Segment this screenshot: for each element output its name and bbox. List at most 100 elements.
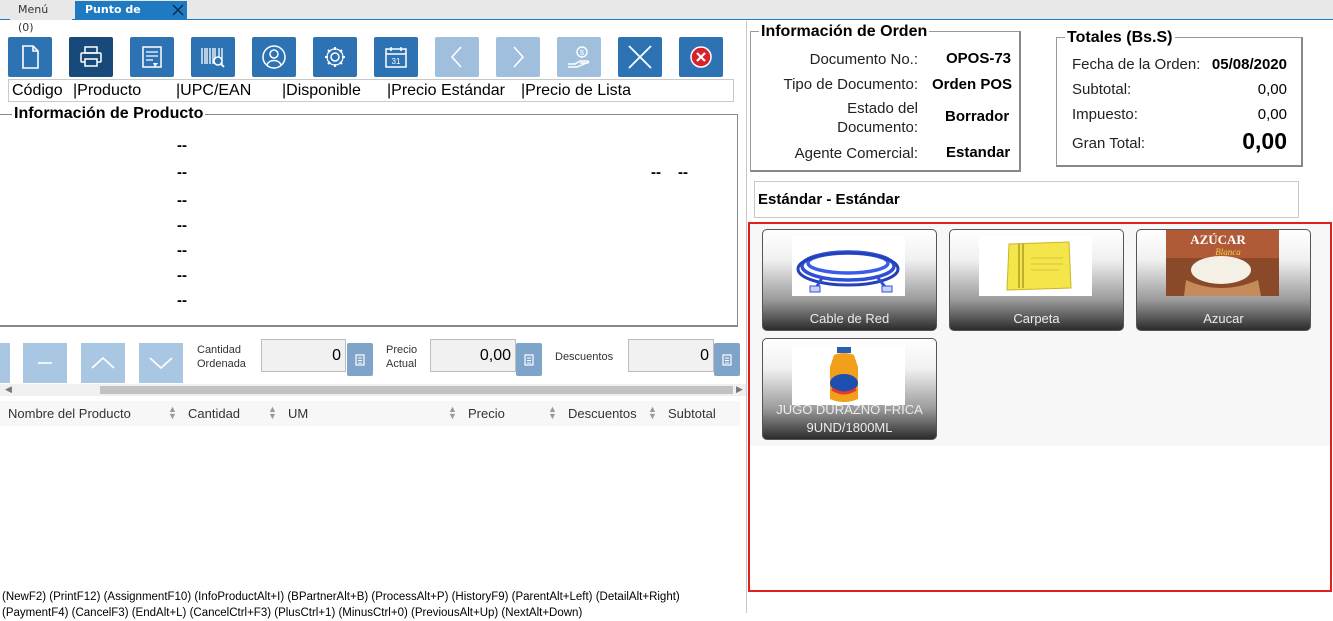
qty-keypad-button[interactable]: [347, 343, 373, 376]
down-button[interactable]: [139, 343, 183, 383]
payment-button[interactable]: $: [557, 37, 601, 77]
keyboard-shortcuts: (NewF2) (PrintF12) (AssignmentF10) (Info…: [2, 589, 746, 621]
tab-punto-de-venta[interactable]: Punto de Venta: [75, 1, 187, 34]
doc-no-value: OPOS-73: [946, 50, 1012, 67]
col-codigo[interactable]: Código: [12, 80, 63, 101]
col-precio-lista[interactable]: |Precio de Lista: [521, 80, 631, 101]
totals-title: Totales (Bs.S): [1065, 29, 1175, 47]
doc-status-value: Borrador: [945, 108, 1010, 125]
order-info-title: Información de Orden: [759, 23, 930, 41]
tab-strip: Menú (0) Punto de Venta: [0, 0, 1333, 34]
product-name: Carpeta: [1013, 311, 1060, 326]
discount-label: Descuentos: [555, 351, 614, 363]
chevron-down-icon: [149, 357, 173, 370]
minus-icon: [38, 362, 52, 364]
azucar-sublabel: Blanca: [1215, 247, 1241, 257]
close-button[interactable]: [679, 37, 723, 77]
col-disponible[interactable]: |Disponible: [282, 80, 361, 101]
agent-value: Estandar: [946, 144, 1011, 161]
svg-text:$: $: [580, 50, 584, 57]
col-upc[interactable]: |UPC/EAN: [176, 80, 251, 101]
order-info-panel: Información de Orden Documento No.: OPOS…: [750, 23, 1021, 172]
cancel-button[interactable]: [618, 37, 662, 77]
product-azucar[interactable]: AZÚCAR Blanca Azucar: [1136, 229, 1311, 331]
sort-icon[interactable]: ▲ ▼: [448, 405, 457, 421]
calendar-button[interactable]: 31: [374, 37, 418, 77]
price-label: Precio Actual: [386, 344, 418, 370]
doc-status-label: Estado del Documento:: [837, 100, 918, 136]
close-tab-icon[interactable]: [171, 3, 185, 17]
new-document-button[interactable]: [8, 37, 52, 77]
calendar-icon: 31: [385, 47, 407, 68]
col-cantidad[interactable]: Cantidad: [188, 406, 240, 421]
grand-total-label: Gran Total:: [1072, 135, 1146, 152]
product-info-value: --: [177, 217, 187, 234]
scrollbar-thumb[interactable]: [100, 386, 733, 394]
next-button[interactable]: [496, 37, 540, 77]
previous-icon: [450, 46, 462, 68]
barcode-search-icon: [201, 48, 225, 68]
minus-button[interactable]: [23, 343, 67, 383]
totals-panel: Totales (Bs.S) Fecha de la Orden: 05/08/…: [1056, 29, 1303, 167]
col-subtotal[interactable]: Subtotal: [668, 406, 716, 421]
calculator-icon: [722, 353, 732, 366]
product-jugo-durazno[interactable]: JUGO DURAZNO FRICA 9UND/1800ML: [762, 338, 937, 440]
doc-type-value: Orden POS: [932, 76, 1013, 93]
business-partner-button[interactable]: [252, 37, 296, 77]
product-carpeta[interactable]: Carpeta: [949, 229, 1124, 331]
col-um[interactable]: UM: [288, 406, 308, 421]
horizontal-scrollbar[interactable]: ◀ ▶: [0, 384, 746, 396]
invoice-button[interactable]: [130, 37, 174, 77]
left-pane: 31 $ Código |Producto |UPC/EAN |Disponib…: [0, 21, 746, 619]
product-image: [792, 236, 905, 296]
previous-button[interactable]: [435, 37, 479, 77]
product-info-value: --: [651, 164, 661, 181]
scroll-right-icon[interactable]: ▶: [736, 384, 743, 396]
product-catalog: Cable de Red Carpeta AZÚCAR Blanca Azuca…: [748, 222, 1332, 592]
col-precio-estandar[interactable]: |Precio Estándar: [387, 80, 505, 101]
print-button[interactable]: [69, 37, 113, 77]
scroll-left-icon[interactable]: ◀: [5, 384, 12, 396]
order-lines-header: Nombre del Producto ▲ ▼ Cantidad ▲ ▼ UM ▲ ▼…: [0, 401, 740, 426]
col-producto[interactable]: |Producto: [73, 80, 141, 101]
settings-icon: [325, 47, 345, 67]
tax-value: 0,00: [1257, 106, 1287, 123]
calculator-icon: [524, 353, 534, 366]
tab-menu[interactable]: Menú (0): [10, 1, 72, 34]
invoice-icon: [142, 46, 162, 68]
discount-field[interactable]: 0: [628, 339, 714, 372]
product-info-value: --: [177, 242, 187, 259]
sort-icon[interactable]: ▲ ▼: [648, 405, 657, 421]
tax-label: Impuesto:: [1072, 106, 1138, 123]
sort-icon[interactable]: ▲ ▼: [268, 405, 277, 421]
product-info-panel: Información de Producto -- -- -- -- -- -…: [0, 105, 738, 327]
col-descuentos[interactable]: Descuentos: [568, 406, 637, 421]
settings-button[interactable]: [313, 37, 357, 77]
col-precio[interactable]: Precio: [468, 406, 505, 421]
doc-no-label: Documento No.:: [809, 51, 918, 68]
up-button[interactable]: [81, 343, 125, 383]
product-image: AZÚCAR Blanca: [1166, 230, 1279, 296]
price-list-selector[interactable]: Estándar - Estándar: [754, 181, 1299, 218]
toolbar: 31 $: [8, 37, 738, 77]
product-info-value: --: [678, 164, 688, 181]
quantity-field[interactable]: 0: [261, 339, 346, 372]
calculator-icon: [355, 353, 365, 366]
product-cable-de-red[interactable]: Cable de Red: [762, 229, 937, 331]
azucar-label: AZÚCAR: [1190, 232, 1246, 247]
sort-icon[interactable]: ▲ ▼: [548, 405, 557, 421]
col-nombre-producto[interactable]: Nombre del Producto: [8, 406, 131, 421]
agent-label: Agente Comercial:: [794, 145, 918, 162]
order-date-value: 05/08/2020: [1211, 56, 1287, 73]
price-keypad-button[interactable]: [516, 343, 542, 376]
price-field[interactable]: 0,00: [430, 339, 516, 372]
discount-keypad-button[interactable]: [714, 343, 740, 376]
cancel-icon: [628, 45, 652, 69]
product-name: Azucar: [1203, 311, 1244, 326]
sort-icon[interactable]: ▲ ▼: [168, 405, 177, 421]
print-icon: [80, 46, 102, 67]
line-button[interactable]: [0, 343, 10, 383]
product-info-value: --: [177, 267, 187, 284]
barcode-search-button[interactable]: [191, 37, 235, 77]
product-info-value: --: [177, 192, 187, 209]
